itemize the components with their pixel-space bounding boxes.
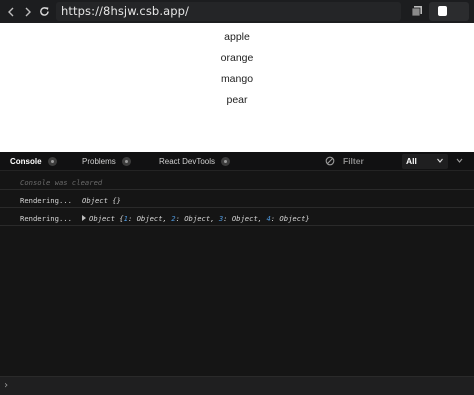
problems-badge xyxy=(121,157,131,166)
object-key: 3 xyxy=(218,214,224,223)
console-line: Rendering... Object {} xyxy=(0,190,474,208)
list-item: apple xyxy=(224,31,250,43)
toggle-knob xyxy=(438,6,447,16)
copy-icon xyxy=(411,6,422,17)
console-line: Console was cleared xyxy=(0,172,474,190)
log-value[interactable]: Object {} xyxy=(82,196,121,205)
url-text: https://8hsjw.csb.app/ xyxy=(61,4,190,18)
console-badge xyxy=(47,157,57,166)
tab-console[interactable]: Console xyxy=(10,152,57,171)
app-preview: apple orange mango pear xyxy=(0,23,474,152)
console-cleared-message: Console was cleared xyxy=(20,178,103,187)
back-arrow-icon xyxy=(8,7,14,16)
object-value: Object xyxy=(179,214,211,223)
object-value: Object xyxy=(275,214,306,223)
tab-problems[interactable]: Problems xyxy=(82,152,131,171)
object-value: Object xyxy=(132,214,163,223)
copy-button[interactable] xyxy=(408,2,426,20)
console-output: Console was cleared Rendering... Object … xyxy=(0,172,474,226)
list-item: pear xyxy=(226,94,248,106)
log-object[interactable]: Object {1: Object, 2: Object, 3: Object,… xyxy=(82,214,310,223)
refresh-button[interactable] xyxy=(36,0,52,23)
expand-triangle-icon[interactable] xyxy=(82,215,86,221)
clear-console-icon[interactable] xyxy=(325,156,335,166)
list-item: orange xyxy=(220,52,254,64)
object-key: 2 xyxy=(171,214,176,223)
prompt-icon: › xyxy=(3,380,10,391)
log-label: Rendering... xyxy=(20,196,72,205)
object-suffix: } xyxy=(305,214,310,223)
react-devtools-badge xyxy=(221,157,231,166)
object-key: 1 xyxy=(123,214,128,223)
preview-toggle[interactable] xyxy=(429,2,469,21)
filter-input[interactable]: Filter xyxy=(343,156,364,166)
object-value: Object xyxy=(227,214,258,223)
list-item: mango xyxy=(220,73,254,85)
forward-button[interactable] xyxy=(20,0,36,23)
refresh-icon xyxy=(39,7,49,16)
browser-toolbar: https://8hsjw.csb.app/ xyxy=(0,0,474,23)
tab-console-label: Console xyxy=(10,157,42,166)
back-button[interactable] xyxy=(3,0,19,23)
console-input[interactable]: › xyxy=(0,376,474,395)
tab-react-devtools-label: React DevTools xyxy=(159,157,216,166)
tab-react-devtools[interactable]: React DevTools xyxy=(159,152,231,171)
chevron-down-icon[interactable] xyxy=(456,158,463,163)
log-level-value: All xyxy=(406,156,417,166)
object-key: 4 xyxy=(266,214,271,223)
devtools-tabs: Console Problems React DevTools Filter A… xyxy=(0,152,474,171)
forward-arrow-icon xyxy=(25,7,31,16)
tab-problems-label: Problems xyxy=(82,157,116,166)
devtools-panel: Console Problems React DevTools Filter A… xyxy=(0,152,474,395)
fruit-list: apple orange mango pear xyxy=(0,31,474,115)
console-line: Rendering... Object {1: Object, 2: Objec… xyxy=(0,208,474,226)
chevron-down-icon xyxy=(437,158,443,163)
object-prefix: Object { xyxy=(89,214,124,223)
log-label: Rendering... xyxy=(20,214,72,223)
